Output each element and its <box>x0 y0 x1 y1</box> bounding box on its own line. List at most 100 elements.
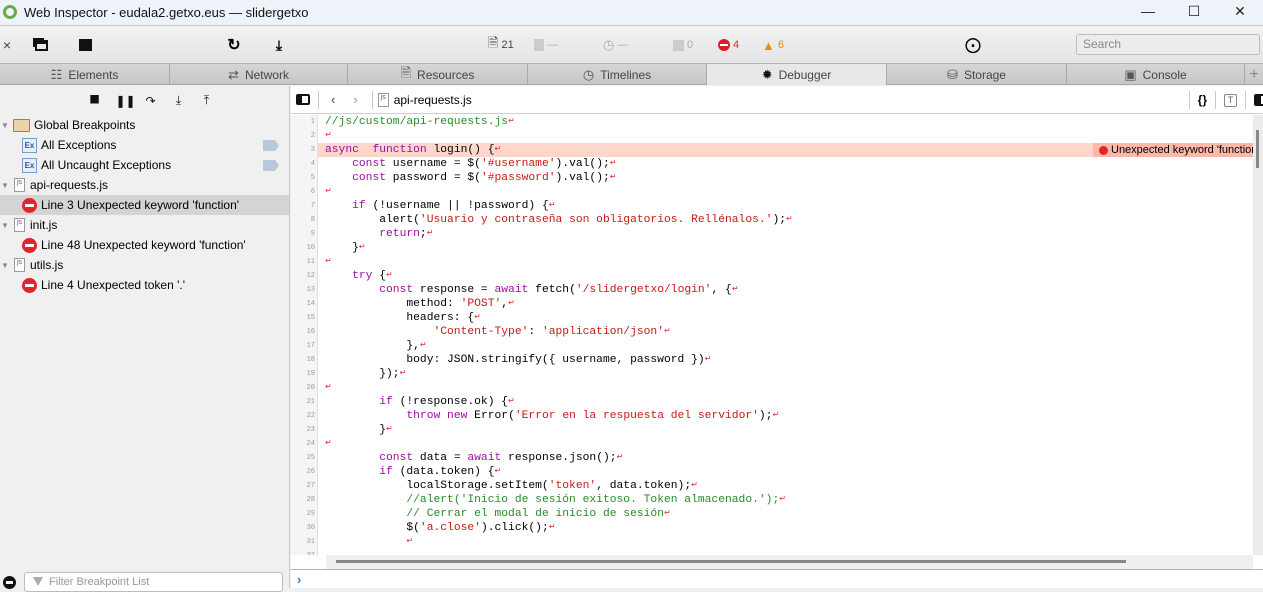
pause-icon[interactable]: ❚❚ <box>116 94 136 108</box>
line-number[interactable]: 23 <box>291 423 318 437</box>
code-token: async <box>325 144 359 156</box>
line-number[interactable]: 31 <box>291 535 318 549</box>
tab-storage[interactable]: ⛁ Storage <box>887 64 1067 85</box>
line-number[interactable]: 4 <box>291 157 318 171</box>
line-number[interactable]: 32 <box>291 549 318 555</box>
disclosure-triangle-icon[interactable]: ▼ <box>1 181 11 190</box>
filter-breakpoint-input[interactable]: Filter Breakpoint List <box>24 572 283 592</box>
line-number[interactable]: 8 <box>291 213 318 227</box>
tab-network[interactable]: ⇄ Network <box>170 64 348 85</box>
maximize-button[interactable]: ☐ <box>1171 0 1217 22</box>
line-number[interactable]: 29 <box>291 507 318 521</box>
disable-breakpoints-icon[interactable] <box>3 576 16 589</box>
breakpoint-toggle[interactable] <box>263 140 279 151</box>
reload-icon[interactable]: ↻ <box>226 26 242 64</box>
horizontal-scrollbar[interactable] <box>326 555 1253 569</box>
vertical-scrollbar[interactable] <box>1253 115 1263 555</box>
code-token: const <box>379 284 414 296</box>
log-count[interactable]: 0 <box>673 26 693 64</box>
line-number[interactable]: 16 <box>291 325 318 339</box>
line-number[interactable]: 13 <box>291 283 318 297</box>
console-prompt-area[interactable]: › <box>291 569 1263 588</box>
line-number[interactable]: 21 <box>291 395 318 409</box>
line-number[interactable]: 11 <box>291 255 318 269</box>
line-number[interactable]: 18 <box>291 353 318 367</box>
breakpoint-toggle[interactable] <box>263 160 279 171</box>
line-number[interactable]: 30 <box>291 521 318 535</box>
load-time[interactable]: ◷ — <box>603 26 628 64</box>
minimize-button[interactable]: — <box>1125 0 1171 22</box>
file-item[interactable]: ▼ js init.js <box>0 215 289 235</box>
line-number[interactable]: 2 <box>291 129 318 143</box>
line-number[interactable]: 7 <box>291 199 318 213</box>
line-number[interactable]: 24 <box>291 437 318 451</box>
search-input[interactable]: Search <box>1076 34 1260 55</box>
tab-elements[interactable]: ☷ Elements <box>0 64 170 85</box>
all-exceptions-breakpoint[interactable]: Ex All Exceptions <box>0 135 289 155</box>
line-number[interactable]: 10 <box>291 241 318 255</box>
pretty-print-icon[interactable]: {} <box>1198 93 1207 107</box>
line-number[interactable]: 3 <box>291 143 318 157</box>
line-number[interactable]: 6 <box>291 185 318 199</box>
tab-resources[interactable]: 🗎 Resources <box>348 64 528 85</box>
resource-count[interactable]: 🗎 21 <box>488 26 514 64</box>
all-uncaught-exceptions-breakpoint[interactable]: Ex All Uncaught Exceptions <box>0 155 289 175</box>
forward-icon[interactable]: › <box>353 92 357 107</box>
toggle-details-sidebar-icon[interactable] <box>1254 94 1263 106</box>
line-number[interactable]: 15 <box>291 311 318 325</box>
dock-side-icon[interactable] <box>77 26 93 64</box>
download-icon[interactable]: ⤓ <box>271 26 287 64</box>
inspect-target-icon[interactable]: ⨀ <box>964 26 982 64</box>
tab-console[interactable]: ▣ Console <box>1067 64 1245 85</box>
line-number[interactable]: 5 <box>291 171 318 185</box>
step-out-icon[interactable]: ⤒ <box>200 93 214 108</box>
issue-item[interactable]: Line 3 Unexpected keyword 'function' <box>0 195 289 215</box>
undock-icon[interactable] <box>33 26 49 64</box>
tab-debugger[interactable]: ✹ Debugger <box>707 64 887 85</box>
step-into-icon[interactable]: ⤓ <box>172 93 186 108</box>
file-item[interactable]: ▼ js api-requests.js <box>0 175 289 195</box>
breakpoints-toggle-icon[interactable]: ⯀ <box>88 93 102 108</box>
disclosure-triangle-icon[interactable]: ▼ <box>1 221 11 230</box>
scrollbar-thumb[interactable] <box>336 560 1126 563</box>
line-number[interactable]: 26 <box>291 465 318 479</box>
close-inspector-icon[interactable]: × <box>0 26 14 64</box>
resource-size[interactable]: — <box>534 26 558 64</box>
global-breakpoints-folder[interactable]: ▼ Global Breakpoints <box>0 115 289 135</box>
scrollbar-thumb[interactable] <box>1256 130 1259 168</box>
code-token: throw <box>406 410 441 422</box>
code-token: Error( <box>467 410 515 422</box>
issue-item[interactable]: Line 48 Unexpected keyword 'function' <box>0 235 289 255</box>
close-window-button[interactable]: ✕ <box>1217 0 1263 22</box>
code-token: ); <box>758 410 773 422</box>
issue-item[interactable]: Line 4 Unexpected token '.' <box>0 275 289 295</box>
step-over-icon[interactable]: ↷ <box>144 94 158 108</box>
file-breadcrumb[interactable]: api-requests.js <box>394 93 472 107</box>
line-number[interactable]: 22 <box>291 409 318 423</box>
line-number[interactable]: 27 <box>291 479 318 493</box>
line-number[interactable]: 25 <box>291 451 318 465</box>
tab-timelines[interactable]: ◷ Timelines <box>528 64 707 85</box>
add-tab-button[interactable]: + <box>1245 64 1263 85</box>
warning-count[interactable]: ▲ 6 <box>762 26 784 64</box>
line-number[interactable]: 28 <box>291 493 318 507</box>
type-profiler-icon[interactable]: T <box>1224 93 1237 107</box>
code-area[interactable]: 1//js/custom/api-requests.js ↵ 2 ↵ 3 async fu… <box>291 115 1253 555</box>
back-icon[interactable]: ‹ <box>331 92 335 107</box>
code-token: username = $( <box>386 158 481 170</box>
disclosure-triangle-icon[interactable]: ▼ <box>1 121 11 130</box>
file-item[interactable]: ▼ js utils.js <box>0 255 289 275</box>
toggle-sidebar-icon[interactable] <box>296 94 310 105</box>
disclosure-triangle-icon[interactable]: ▼ <box>1 261 11 270</box>
line-number[interactable]: 14 <box>291 297 318 311</box>
line-number[interactable]: 19 <box>291 367 318 381</box>
code-token: const <box>352 172 387 184</box>
line-number[interactable]: 9 <box>291 227 318 241</box>
inline-error-widget[interactable]: Unexpected keyword 'function' <box>1093 143 1253 157</box>
line-number[interactable]: 20 <box>291 381 318 395</box>
line-number[interactable]: 1 <box>291 115 318 129</box>
line-number[interactable]: 12 <box>291 269 318 283</box>
line-number[interactable]: 17 <box>291 339 318 353</box>
error-count[interactable]: 4 <box>718 26 739 64</box>
